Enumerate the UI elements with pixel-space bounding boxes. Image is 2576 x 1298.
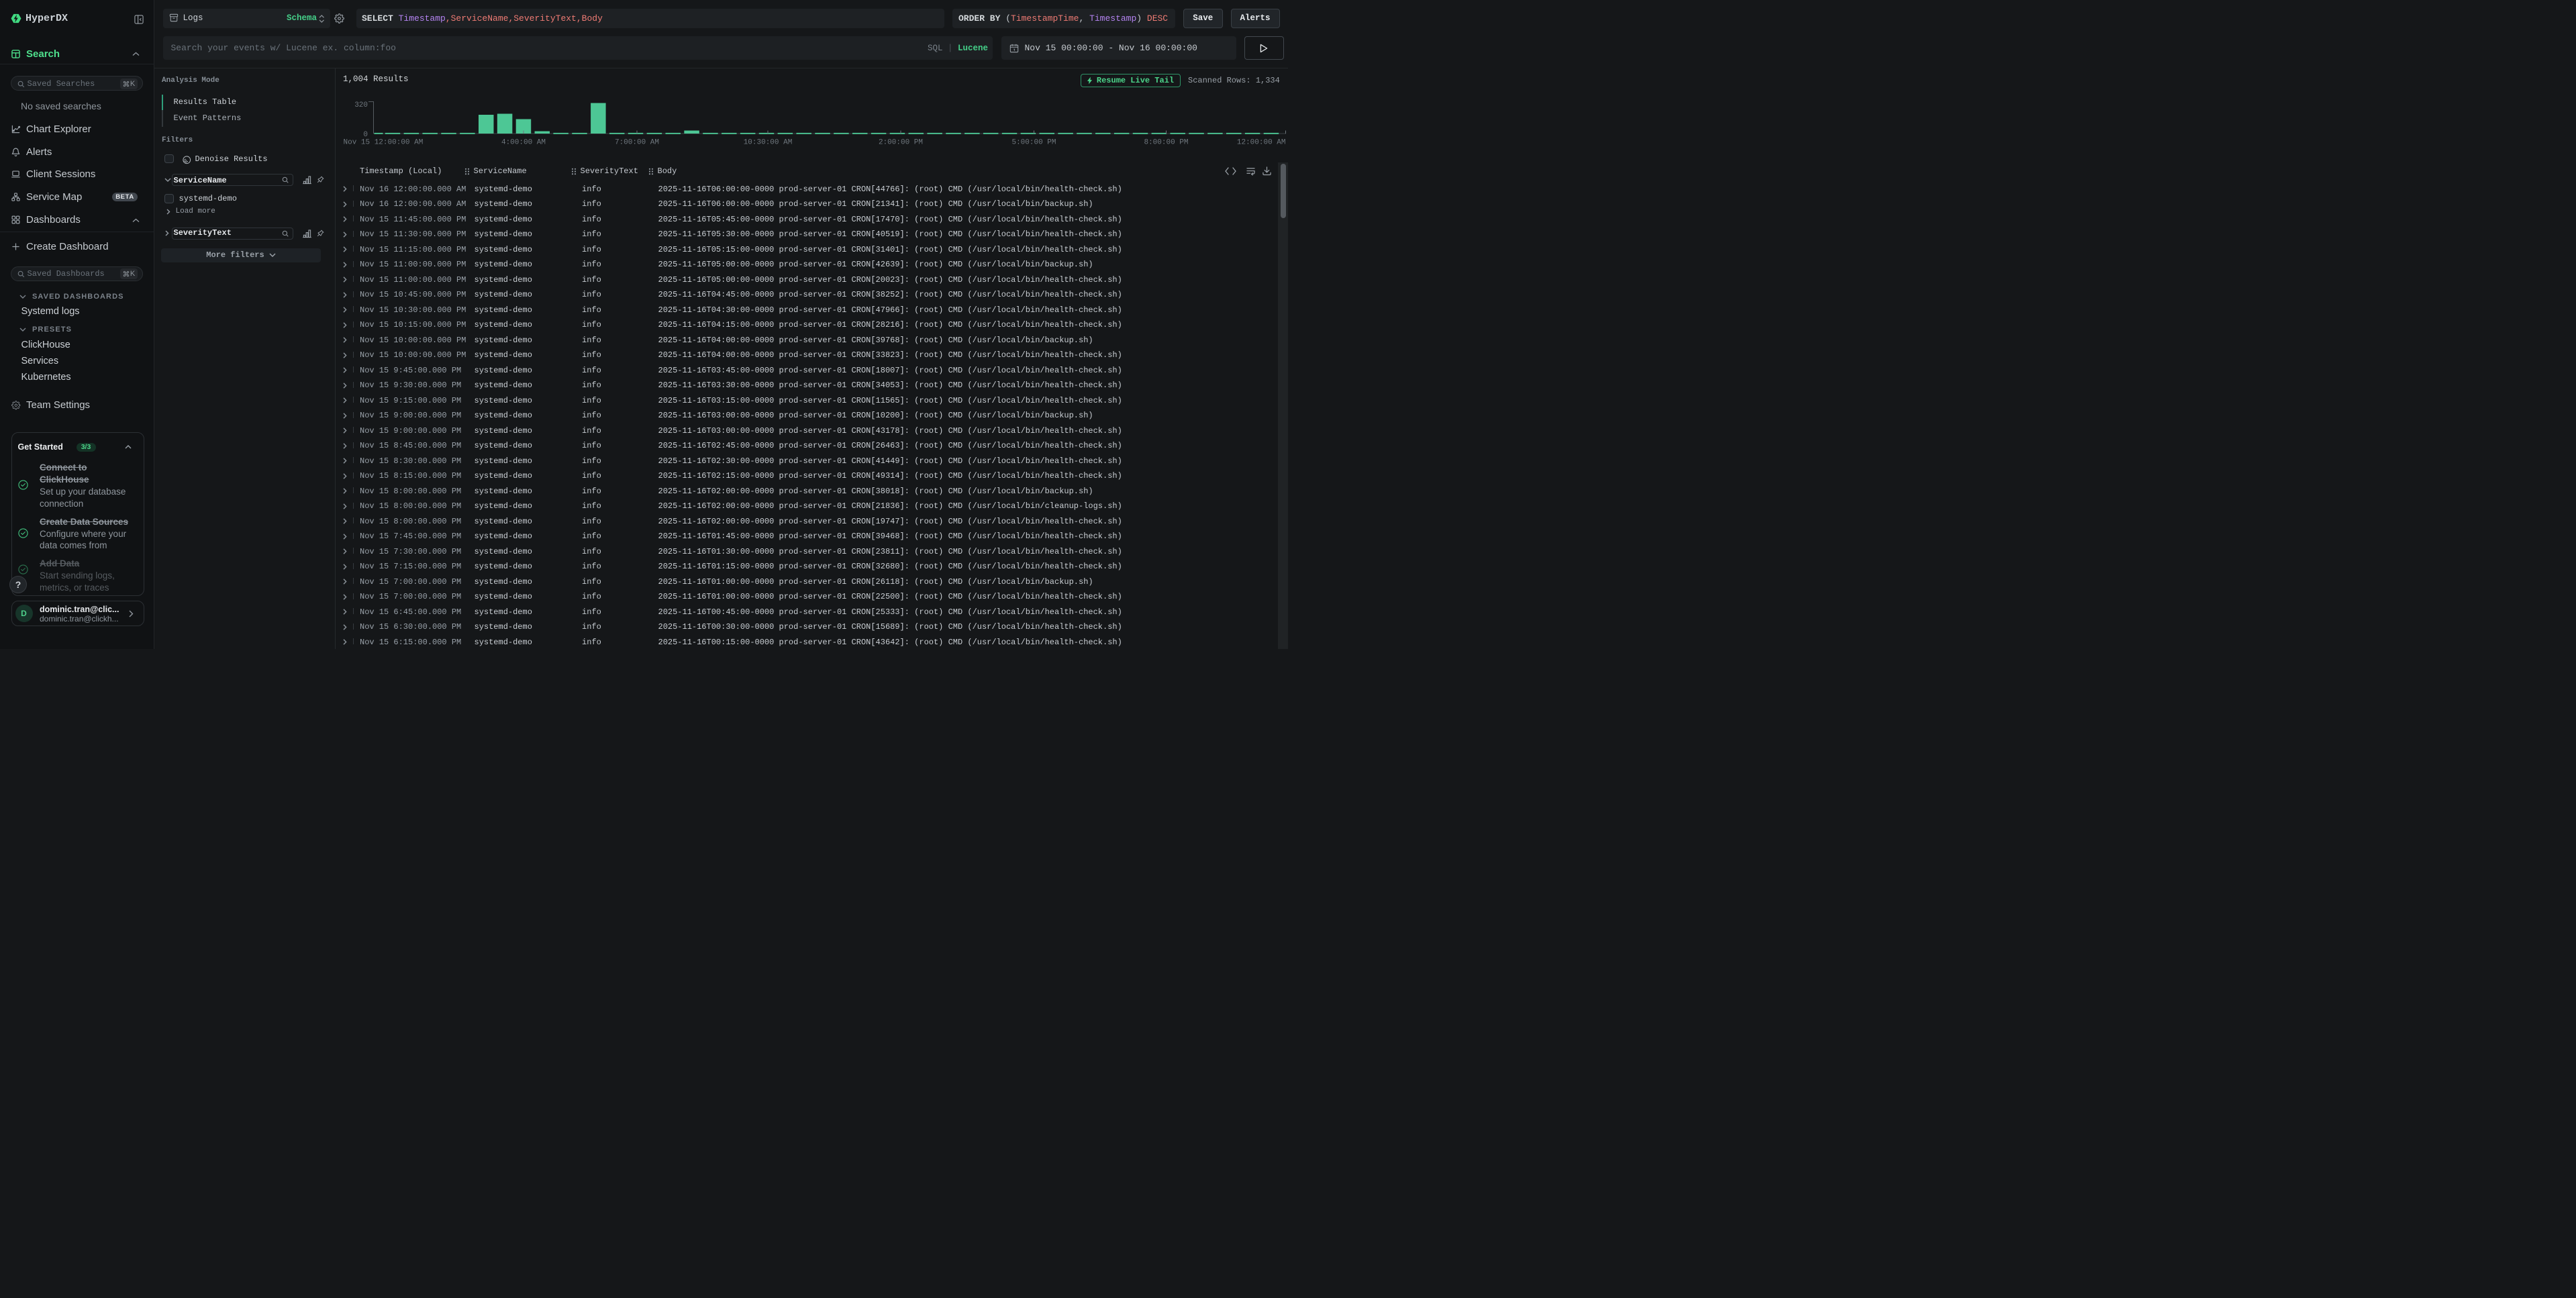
svg-text:2:00:00 PM: 2:00:00 PM [878,139,922,147]
svg-text:Nov 15 12:00:00 AM: Nov 15 12:00:00 AM [343,139,423,147]
svg-text:8:00:00 PM: 8:00:00 PM [1144,139,1188,147]
svg-text:4:00:00 AM: 4:00:00 AM [501,139,545,147]
svg-text:7:00:00 AM: 7:00:00 AM [614,139,658,147]
svg-text:0: 0 [363,131,368,139]
svg-text:5:00:00 PM: 5:00:00 PM [1011,139,1056,147]
svg-text:12:00:00 AM: 12:00:00 AM [1236,139,1285,147]
svg-text:10:30:00 AM: 10:30:00 AM [743,139,792,147]
svg-text:320: 320 [354,101,368,109]
